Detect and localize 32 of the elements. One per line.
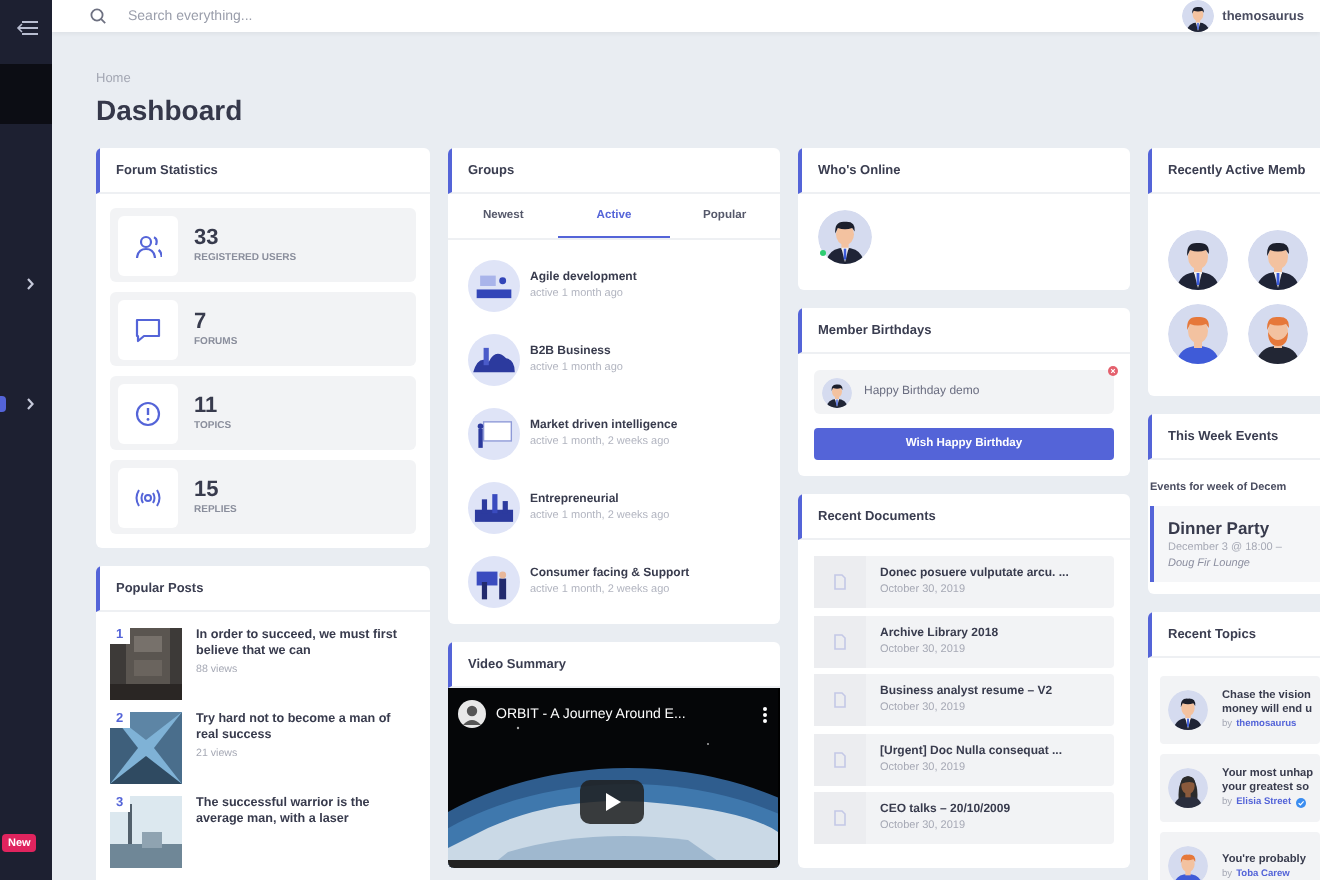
- users-icon: [134, 231, 162, 259]
- menu-icon[interactable]: [15, 20, 37, 36]
- play-icon: [603, 792, 621, 812]
- alert-icon: [134, 399, 162, 427]
- avatar-icon: [818, 210, 872, 264]
- search-icon[interactable]: [90, 8, 106, 24]
- avatar-icon[interactable]: [1168, 230, 1228, 290]
- avatar-icon[interactable]: [1248, 304, 1308, 364]
- document-icon: [834, 751, 846, 767]
- avatar-icon[interactable]: [1182, 0, 1215, 32]
- document-icon: [834, 633, 846, 649]
- avatar-icon: [1168, 768, 1208, 808]
- stat-value: 7: [194, 310, 209, 334]
- more-icon[interactable]: [762, 705, 768, 723]
- play-button[interactable]: [580, 780, 644, 824]
- avatar-icon: [458, 700, 486, 728]
- avatar-icon: [1168, 690, 1208, 730]
- avatar-icon: [1168, 846, 1208, 880]
- document-icon: [834, 692, 846, 708]
- avatar-icon: [822, 377, 852, 407]
- stat-value: 11: [194, 394, 220, 418]
- stat-value: 15: [194, 478, 221, 502]
- chat-icon: [134, 315, 162, 343]
- page-title: Dashboard: [96, 94, 245, 126]
- chevron-icon[interactable]: [26, 278, 34, 290]
- document-icon: [834, 810, 846, 826]
- close-icon[interactable]: [1108, 366, 1118, 376]
- document-icon: [834, 574, 846, 590]
- event-title[interactable]: Dinner Party: [1168, 518, 1306, 538]
- chevron-icon[interactable]: [26, 398, 34, 410]
- avatar-icon[interactable]: [1248, 230, 1308, 290]
- stat-value: 33: [194, 226, 221, 250]
